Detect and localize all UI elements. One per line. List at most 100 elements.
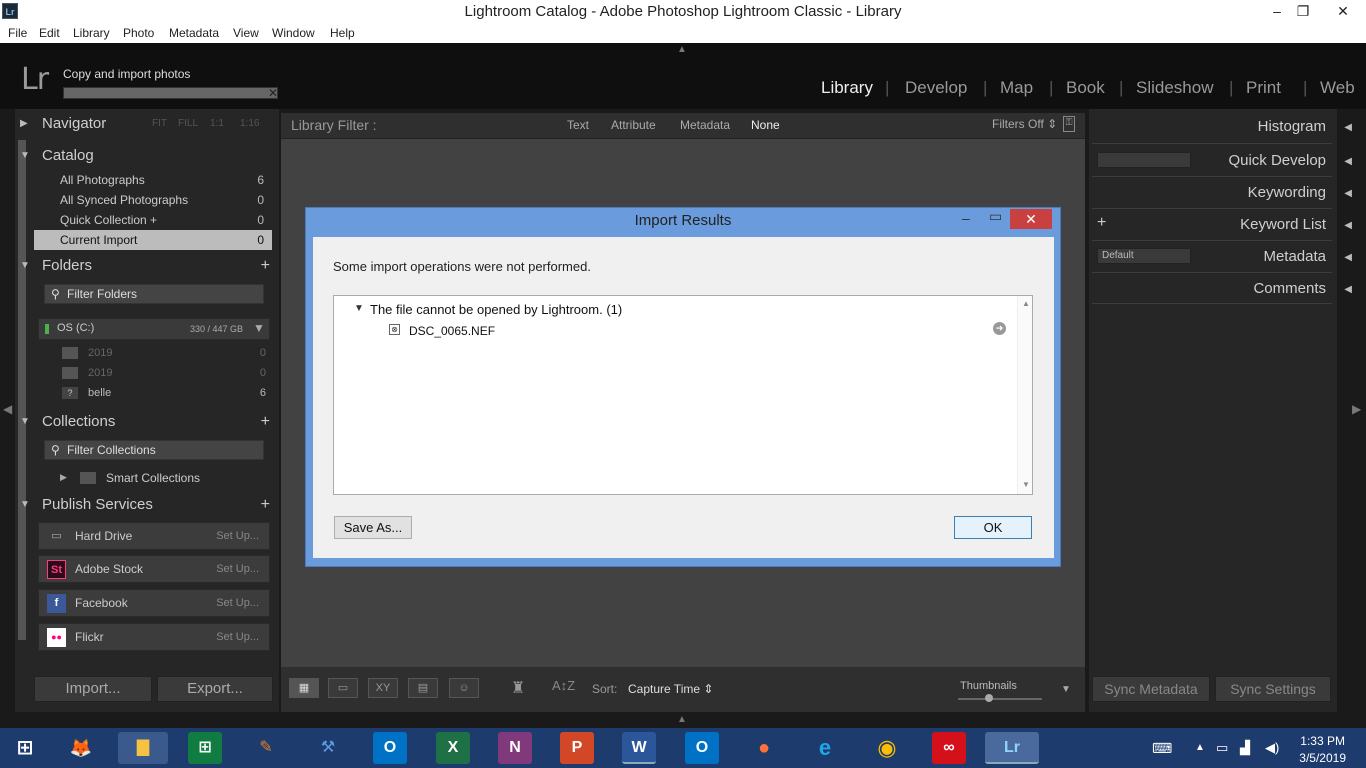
sync-settings-button[interactable]: Sync Settings (1215, 676, 1331, 702)
module-web[interactable]: Web (1320, 78, 1355, 98)
publish-setup[interactable]: Set Up... (216, 624, 259, 650)
catalog-header[interactable]: ▼ Catalog (20, 141, 274, 171)
folder-item[interactable]: 2019 0 (44, 363, 274, 383)
publish-facebook[interactable]: f Facebook Set Up... (38, 589, 270, 617)
export-button[interactable]: Export... (157, 676, 273, 702)
module-map[interactable]: Map (1000, 78, 1033, 98)
expand-triangle-icon[interactable]: ◀ (1344, 122, 1352, 133)
publish-flickr[interactable]: ●● Flickr Set Up... (38, 623, 270, 651)
tools-icon[interactable]: ⚒ (311, 732, 345, 764)
filter-metadata[interactable]: Metadata (680, 118, 730, 132)
lightroom-taskbar-icon[interactable]: Lr (985, 732, 1039, 764)
collapse-triangle-icon[interactable]: ▼ (354, 303, 364, 314)
filter-folders-input[interactable]: ⚲ Filter Folders (44, 284, 264, 304)
add-collection-icon[interactable]: + (261, 407, 270, 437)
sort-direction-icon[interactable]: A↕Z (552, 678, 575, 693)
expand-triangle-icon[interactable]: ◀ (1344, 252, 1352, 263)
menu-edit[interactable]: Edit (39, 26, 60, 40)
loupe-view-icon[interactable]: ▭ (328, 678, 358, 698)
gimp-icon[interactable]: 🦊 (64, 732, 98, 764)
catalog-all-synced[interactable]: All Synced Photographs 0 (34, 190, 272, 210)
publish-setup[interactable]: Set Up... (216, 556, 259, 582)
cancel-progress-icon[interactable]: ✕ (268, 86, 278, 100)
filter-attribute[interactable]: Attribute (611, 118, 656, 132)
zoom-fill[interactable]: FILL (178, 109, 198, 139)
survey-view-icon[interactable]: ▤ (408, 678, 438, 698)
menu-file[interactable]: File (8, 26, 27, 40)
dialog-close-button[interactable]: ✕ (1010, 209, 1052, 229)
go-to-file-arrow-icon[interactable]: ➜ (993, 322, 1006, 335)
module-library[interactable]: Library (821, 78, 873, 98)
expand-triangle-icon[interactable]: ◀ (1344, 188, 1352, 199)
firefox-icon[interactable]: ● (747, 732, 781, 764)
keywording-header[interactable]: Keywording (1248, 184, 1326, 201)
menu-photo[interactable]: Photo (123, 26, 154, 40)
filters-off-dropdown[interactable]: Filters Off ⇕ (992, 117, 1057, 131)
filter-text[interactable]: Text (567, 118, 589, 132)
bottom-panel-collapse-icon[interactable]: ▲ (677, 714, 687, 725)
folders-header[interactable]: ▼ Folders + (20, 251, 274, 281)
menu-help[interactable]: Help (330, 26, 355, 40)
start-windows-icon[interactable]: ⊞ (8, 732, 42, 764)
catalog-quick-collection[interactable]: Quick Collection + 0 (34, 210, 272, 230)
volume-collapse-icon[interactable]: ▼ (253, 321, 265, 335)
painter-spray-icon[interactable]: ♜ (511, 678, 525, 698)
expand-triangle-icon[interactable]: ◀ (1344, 156, 1352, 167)
folder-item[interactable]: ? belle 6 (44, 383, 274, 403)
system-clock[interactable]: 1:33 PM 3/5/2019 (1299, 734, 1346, 765)
toolbar-menu-icon[interactable]: ▼ (1061, 684, 1071, 695)
thumbnail-size-slider[interactable] (958, 698, 1042, 700)
catalog-current-import[interactable]: Current Import 0 (34, 230, 272, 250)
publish-hard-drive[interactable]: ▭ Hard Drive Set Up... (38, 522, 270, 550)
folder-item[interactable]: 2019 0 (44, 343, 274, 363)
right-panel-collapse-icon[interactable]: ▶ (1352, 402, 1361, 416)
metadata-header[interactable]: Metadata (1263, 248, 1326, 265)
quick-develop-header[interactable]: Quick Develop (1228, 152, 1326, 169)
save-as-button[interactable]: Save As... (334, 516, 412, 539)
navigator-header[interactable]: ▶ Navigator FIT FILL 1:1 1:16 (20, 109, 274, 139)
scroll-down-icon[interactable]: ▼ (1022, 480, 1030, 489)
excel-icon[interactable]: X (436, 732, 470, 764)
expand-triangle-icon[interactable]: ◀ (1344, 220, 1352, 231)
sort-dropdown[interactable]: Capture Time ⇕ (628, 682, 713, 696)
paint-icon[interactable]: ✎ (249, 732, 283, 764)
internet-explorer-icon[interactable]: e (808, 732, 842, 764)
smart-collections-item[interactable]: ▶ Smart Collections (60, 470, 270, 488)
network-icon[interactable]: ▟ (1240, 740, 1250, 756)
histogram-header[interactable]: Histogram (1258, 118, 1326, 135)
ok-button[interactable]: OK (954, 516, 1032, 539)
keyword-list-header[interactable]: Keyword List (1240, 216, 1326, 233)
left-panel-collapse-icon[interactable]: ◀ (3, 402, 12, 416)
collections-header[interactable]: ▼ Collections + (20, 407, 274, 437)
add-keyword-icon[interactable]: + (1097, 214, 1106, 232)
lock-icon[interactable]: ⚿ (1063, 116, 1075, 132)
dialog-maximize-button[interactable]: ▭ (989, 208, 1002, 225)
menu-library[interactable]: Library (73, 26, 110, 40)
import-button[interactable]: Import... (34, 676, 152, 702)
dialog-minimize-button[interactable]: – (962, 210, 970, 226)
compare-view-icon[interactable]: XY (368, 678, 398, 698)
outlook-icon[interactable]: O (373, 732, 407, 764)
module-develop[interactable]: Develop (905, 78, 967, 98)
zoom-1-1[interactable]: 1:1 (210, 109, 224, 139)
saved-preset-dropdown[interactable] (1097, 152, 1191, 168)
module-book[interactable]: Book (1066, 78, 1105, 98)
window-close-button[interactable]: ✕ (1320, 0, 1366, 23)
add-publish-service-icon[interactable]: + (261, 490, 270, 520)
add-folder-icon[interactable]: + (261, 251, 270, 281)
battery-icon[interactable]: ▭ (1216, 740, 1228, 756)
creative-cloud-icon[interactable]: ∞ (932, 732, 966, 764)
filter-none[interactable]: None (751, 118, 780, 132)
module-print[interactable]: Print (1246, 78, 1281, 98)
store-icon[interactable]: ⊞ (188, 732, 222, 764)
module-slideshow[interactable]: Slideshow (1136, 78, 1214, 98)
expand-triangle-icon[interactable]: ◀ (1344, 284, 1352, 295)
filter-collections-input[interactable]: ⚲ Filter Collections (44, 440, 264, 460)
volume-os-c[interactable]: OS (C:) 330 / 447 GB ▼ (38, 318, 270, 340)
catalog-all-photographs[interactable]: All Photographs 6 (34, 170, 272, 190)
onenote-icon[interactable]: N (498, 732, 532, 764)
metadata-preset-dropdown[interactable]: Default (1097, 248, 1191, 264)
outlook-2-icon[interactable]: O (685, 732, 719, 764)
menu-view[interactable]: View (233, 26, 259, 40)
show-hidden-icons[interactable]: ▲ (1195, 742, 1205, 753)
